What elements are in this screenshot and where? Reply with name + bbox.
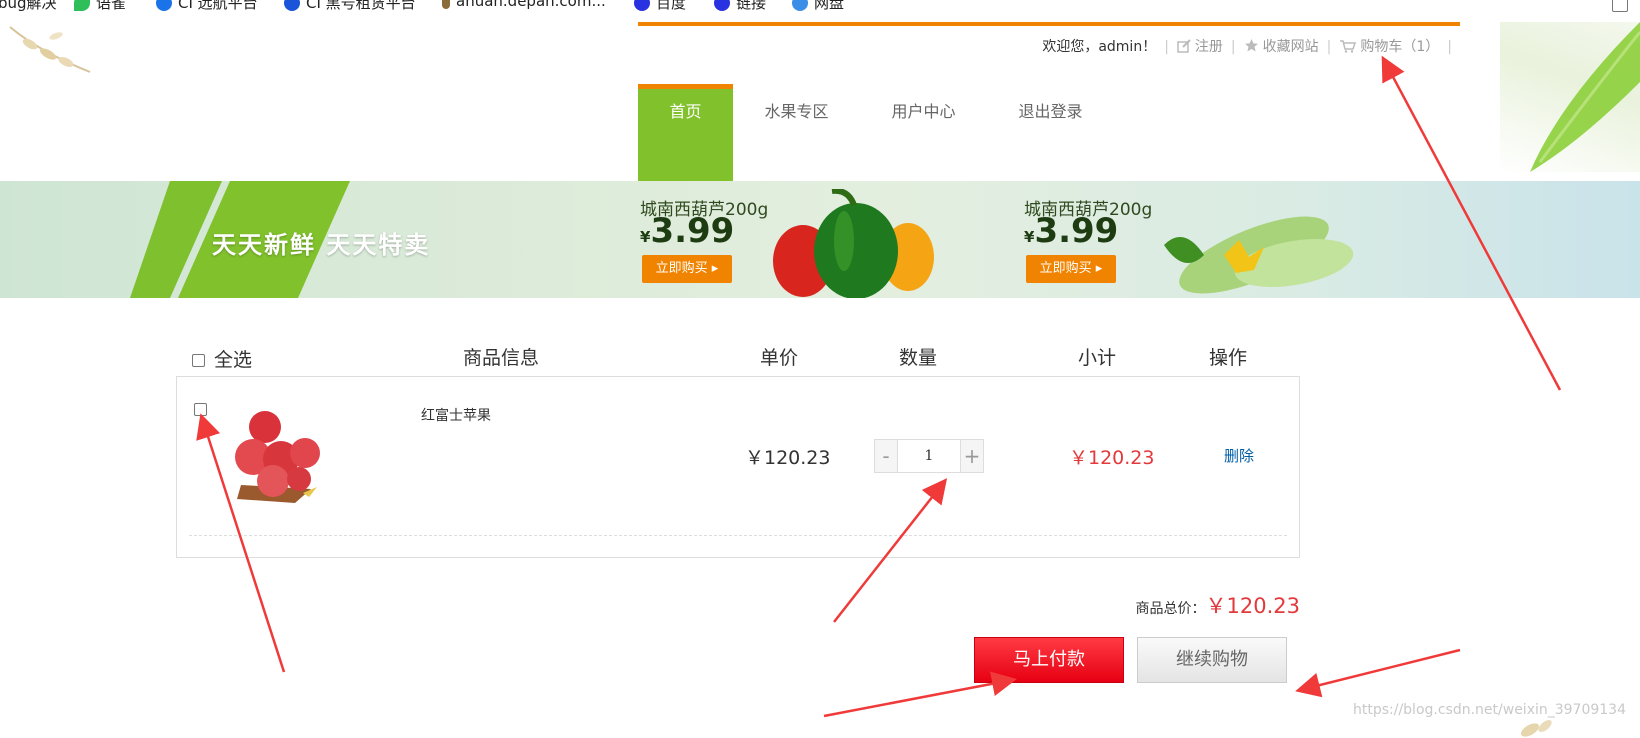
nav-item-home[interactable]: 首页 — [638, 84, 733, 181]
leaf-decoration-image — [1500, 22, 1640, 172]
promo-price: ¥3.99 — [1024, 211, 1119, 251]
quantity-stepper: - + — [874, 439, 984, 473]
bookmark-item[interactable]: CI 远航平台 — [156, 0, 258, 13]
col-header-quantity: 数量 — [899, 347, 938, 369]
pepper-image — [773, 189, 934, 298]
bookmark-label: CI 黑号租赁平台 — [306, 0, 416, 12]
quantity-input[interactable] — [897, 440, 961, 472]
cloud-drive-icon — [792, 0, 808, 11]
wheat-decoration-image — [9, 26, 91, 73]
col-header-action: 操作 — [1209, 347, 1248, 369]
favorite-link[interactable]: 收藏网站 — [1244, 39, 1319, 55]
bookmark-item[interactable]: 网盘 — [792, 0, 844, 13]
item-subtotal: ￥120.23 — [1069, 447, 1155, 469]
decrease-quantity-button[interactable]: - — [875, 440, 897, 472]
annotation-arrow — [1295, 648, 1461, 698]
bookmark-label: 百度 — [656, 0, 687, 12]
col-header-unit-price: 单价 — [760, 347, 799, 369]
bookmark-item[interactable]: bug解决 — [0, 0, 57, 13]
cart-link[interactable]: 购物车（1） — [1339, 39, 1439, 55]
watermark-text: https://blog.csdn.net/weixin_39709134 — [1352, 702, 1626, 718]
bookmark-label: 网盘 — [814, 0, 845, 12]
annotation-arrow — [823, 671, 1017, 718]
banner-slogan: 天天新鲜 天天特卖 — [212, 231, 431, 259]
promo-card: 城南西葫芦200g ¥3.99 立即购买 ▸ — [640, 181, 980, 298]
top-links-bar: 欢迎您，admin！ | 注册 | 收藏网站 | 购物车（1） | — [1042, 39, 1452, 55]
promo-price: ¥3.99 — [640, 211, 735, 251]
promo-buy-button[interactable]: 立即购买 ▸ — [1026, 255, 1116, 283]
header-accent-line — [638, 22, 1460, 26]
main-nav: 首页 水果专区 用户中心 退出登录 — [638, 84, 1114, 181]
bookmark-item[interactable]: CI 黑号租赁平台 — [284, 0, 416, 13]
zucchini-image — [1164, 216, 1354, 294]
bookmarks-bar: bug解决 语雀 CI 远航平台 CI 黑号租赁平台 anuan.depan.c… — [0, 0, 1640, 20]
cart-label: 购物车（1） — [1360, 39, 1440, 55]
register-label: 注册 — [1194, 39, 1223, 55]
tree-icon — [442, 0, 450, 9]
bookmark-label: bug解决 — [0, 0, 57, 12]
continue-shopping-button[interactable]: 继续购物 — [1137, 637, 1287, 683]
promo-buy-button[interactable]: 立即购买 ▸ — [642, 255, 732, 283]
register-link[interactable]: 注册 — [1177, 39, 1223, 55]
baidu-icon — [714, 0, 730, 11]
bookmark-item[interactable]: 百度 — [634, 0, 686, 13]
col-header-subtotal: 小计 — [1078, 347, 1117, 369]
bookmark-label: CI 远航平台 — [178, 0, 258, 12]
nav-item-user-center[interactable]: 用户中心 — [860, 84, 987, 181]
reading-list-icon[interactable] — [1612, 0, 1628, 12]
cart-item-list: 红富士苹果 ￥120.23 - + ￥120.23 删除 — [176, 376, 1300, 558]
favorite-label: 收藏网站 — [1262, 39, 1319, 55]
apple-product-image — [235, 411, 320, 503]
baidu-icon — [634, 0, 650, 11]
delete-item-link[interactable]: 删除 — [1224, 445, 1254, 466]
select-all-label: 全选 — [214, 349, 253, 371]
site-icon — [156, 0, 172, 11]
bookmark-item[interactable]: anuan.depan.com... — [442, 0, 606, 10]
col-header-info: 商品信息 — [463, 347, 540, 369]
increase-quantity-button[interactable]: + — [961, 440, 983, 472]
cart-table-header: 全选 商品信息 单价 数量 小计 操作 — [176, 340, 1302, 372]
nav-item-logout[interactable]: 退出登录 — [987, 84, 1114, 181]
star-icon — [1244, 39, 1258, 52]
welcome-text: 欢迎您，admin！ — [1042, 39, 1157, 55]
product-name[interactable]: 红富士苹果 — [421, 405, 491, 425]
site-icon — [284, 0, 300, 11]
pay-now-button[interactable]: 马上付款 — [974, 637, 1124, 683]
select-all-checkbox[interactable] — [192, 350, 205, 372]
promo-banner: 天天新鲜 天天特卖 城南西葫芦200g ¥3.99 立即购买 ▸ 城南西葫芦20… — [0, 181, 1640, 298]
bookmark-item[interactable]: 链接 — [714, 0, 766, 13]
yuque-icon — [74, 0, 90, 11]
register-icon — [1177, 39, 1191, 53]
nav-item-fruit[interactable]: 水果专区 — [733, 84, 860, 181]
unit-price: ￥120.23 — [745, 447, 831, 469]
bookmark-label: anuan.depan.com... — [456, 0, 606, 10]
bookmark-label: 链接 — [736, 0, 767, 12]
row-divider — [189, 535, 1287, 536]
cart-icon — [1340, 40, 1357, 53]
total-label: 商品总价： — [1135, 601, 1206, 617]
bookmark-item[interactable]: 语雀 — [74, 0, 126, 13]
promo-card: 城南西葫芦200g ¥3.99 立即购买 ▸ — [1024, 181, 1364, 298]
cart-total: 商品总价：￥120.23 — [1100, 590, 1300, 620]
bookmark-label: 语雀 — [96, 0, 127, 12]
total-price: ￥120.23 — [1205, 594, 1300, 618]
item-checkbox[interactable] — [194, 403, 207, 416]
